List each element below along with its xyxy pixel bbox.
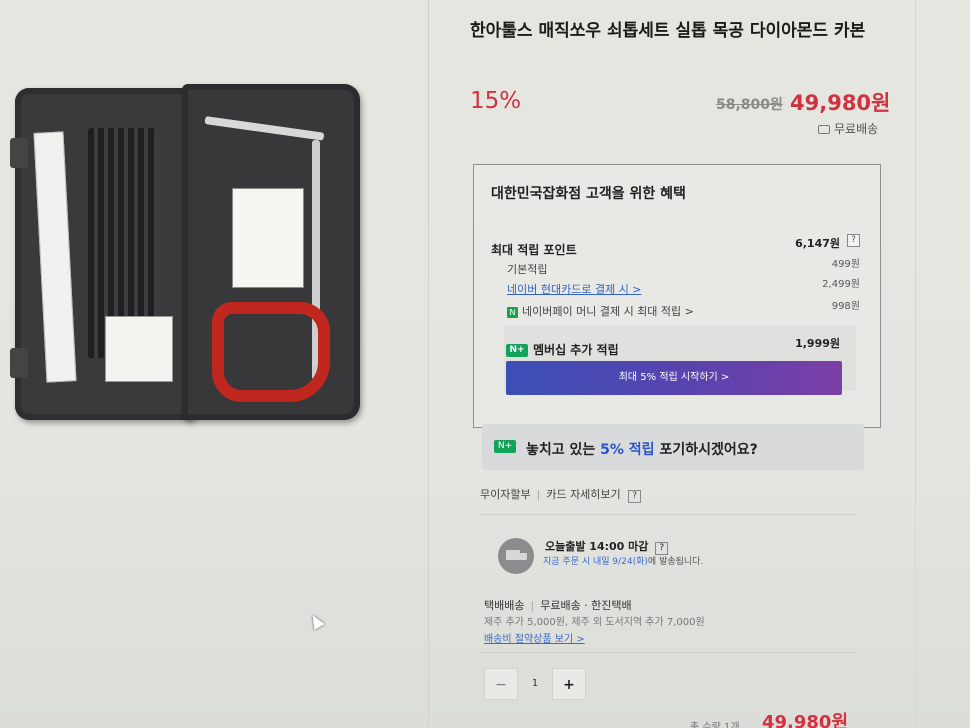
membership-label: 멤버십 추가 적립 — [533, 343, 619, 357]
interest-free-row: 무이자할부 | 카드 자세히보기 ? — [480, 486, 642, 503]
sale-price: 49,980원 — [790, 91, 891, 115]
membership-start-button[interactable]: 최대 5% 적립 시작하기 > — [506, 361, 842, 395]
saw-handle — [212, 302, 330, 402]
naver-plus-icon: N+ — [494, 440, 516, 453]
hyundai-card-link[interactable]: 네이버 현대카드로 결제 시 > — [507, 281, 642, 297]
banner-text: 놓치고 있는 5% 적립 포기하시겠어요? — [526, 439, 758, 459]
content-divider-right — [915, 0, 916, 728]
benefit-title: 대한민국잡화점 고객을 위한 혜택 — [491, 186, 686, 202]
npay-icon: N — [507, 306, 518, 318]
case-hinge — [10, 348, 28, 378]
interest-free-label: 무이자할부 — [480, 488, 531, 501]
extra-fee: 제주 추가 5,000원, 제주 외 도서지역 추가 7,000원 — [484, 617, 705, 628]
banner-text-before: 놓치고 있는 — [526, 442, 596, 458]
shipping-note-rest: 에 발송됩니다. — [647, 557, 704, 567]
today-shipping-label: 오늘출발 14:00 마감 — [545, 540, 649, 553]
discount-rate: 15% — [470, 88, 522, 114]
npay-money-row[interactable]: N 네이버페이 머니 결제 시 최대 적립 > — [507, 303, 694, 319]
product-image[interactable] — [0, 80, 370, 425]
shipping-note: 지금 주문 시 내일 9/24(화)에 발송됩니다. — [543, 554, 703, 567]
help-icon[interactable]: ? — [847, 234, 860, 247]
shipping-note-date: 지금 주문 시 내일 9/24(화) — [543, 557, 648, 567]
quantity-value[interactable]: 1 — [518, 668, 552, 700]
total-price: 49,980원 — [762, 712, 849, 728]
shipping-saving-link[interactable]: 배송비 절약상품 보기 > — [484, 630, 585, 645]
max-points-label: 최대 적립 포인트 — [491, 243, 577, 257]
free-shipping-label: 무료배송 — [834, 122, 879, 136]
points-banner[interactable]: N+ 놓치고 있는 5% 적립 포기하시겠어요? — [482, 424, 864, 470]
truck-icon — [498, 538, 534, 574]
case-hinge — [10, 138, 28, 168]
quantity-minus-button[interactable]: − — [484, 668, 518, 700]
naver-plus-icon: N+ — [506, 344, 528, 357]
content-divider-left — [428, 0, 429, 728]
divider — [480, 514, 856, 515]
npay-money-value: 998원 — [831, 301, 860, 312]
benefit-box: 대한민국잡화점 고객을 위한 혜택 최대 적립 포인트 6,147원 ? 기본적… — [473, 164, 881, 428]
banner-highlight: 5% 적립 — [600, 442, 655, 458]
banner-text-after: 포기하시겠어요? — [659, 442, 758, 458]
max-points-value: 6,147원 — [795, 237, 840, 250]
delivery-type: 택배배송 — [484, 599, 525, 612]
truck-icon — [818, 125, 830, 134]
delivery-row: 택배배송 | 무료배송 · 한진택배 — [484, 599, 632, 612]
product-title: 한아툴스 매직쏘우 쇠톱세트 실톱 목공 다이아몬드 카본 — [470, 21, 866, 41]
delivery-fee: 무료배송 · 한진택배 — [540, 599, 632, 612]
original-price: 58,800원 — [716, 97, 783, 113]
manual-card — [105, 316, 173, 382]
card-details-link[interactable]: 카드 자세히보기 — [546, 488, 620, 501]
basic-points-value: 499원 — [831, 259, 860, 270]
instruction-sheet — [232, 188, 304, 288]
membership-row: N+ 멤버십 추가 적립 — [506, 341, 619, 358]
mouse-cursor-icon — [307, 611, 325, 631]
membership-value: 1,999원 — [795, 337, 840, 350]
divider — [480, 652, 856, 653]
basic-points-label: 기본적립 — [507, 263, 548, 276]
quantity-plus-button[interactable]: + — [552, 668, 586, 700]
today-shipping: 오늘출발 14:00 마감 ? — [545, 538, 669, 555]
npay-money-label: 네이버페이 머니 결제 시 최대 적립 > — [522, 305, 694, 318]
help-icon[interactable]: ? — [628, 490, 642, 503]
total-quantity-label: 총 수량 1개 — [690, 722, 740, 728]
free-shipping: 무료배송 — [818, 120, 878, 137]
hyundai-card-value: 2,499원 — [822, 279, 860, 290]
quantity-stepper[interactable]: − 1 + — [484, 668, 586, 700]
